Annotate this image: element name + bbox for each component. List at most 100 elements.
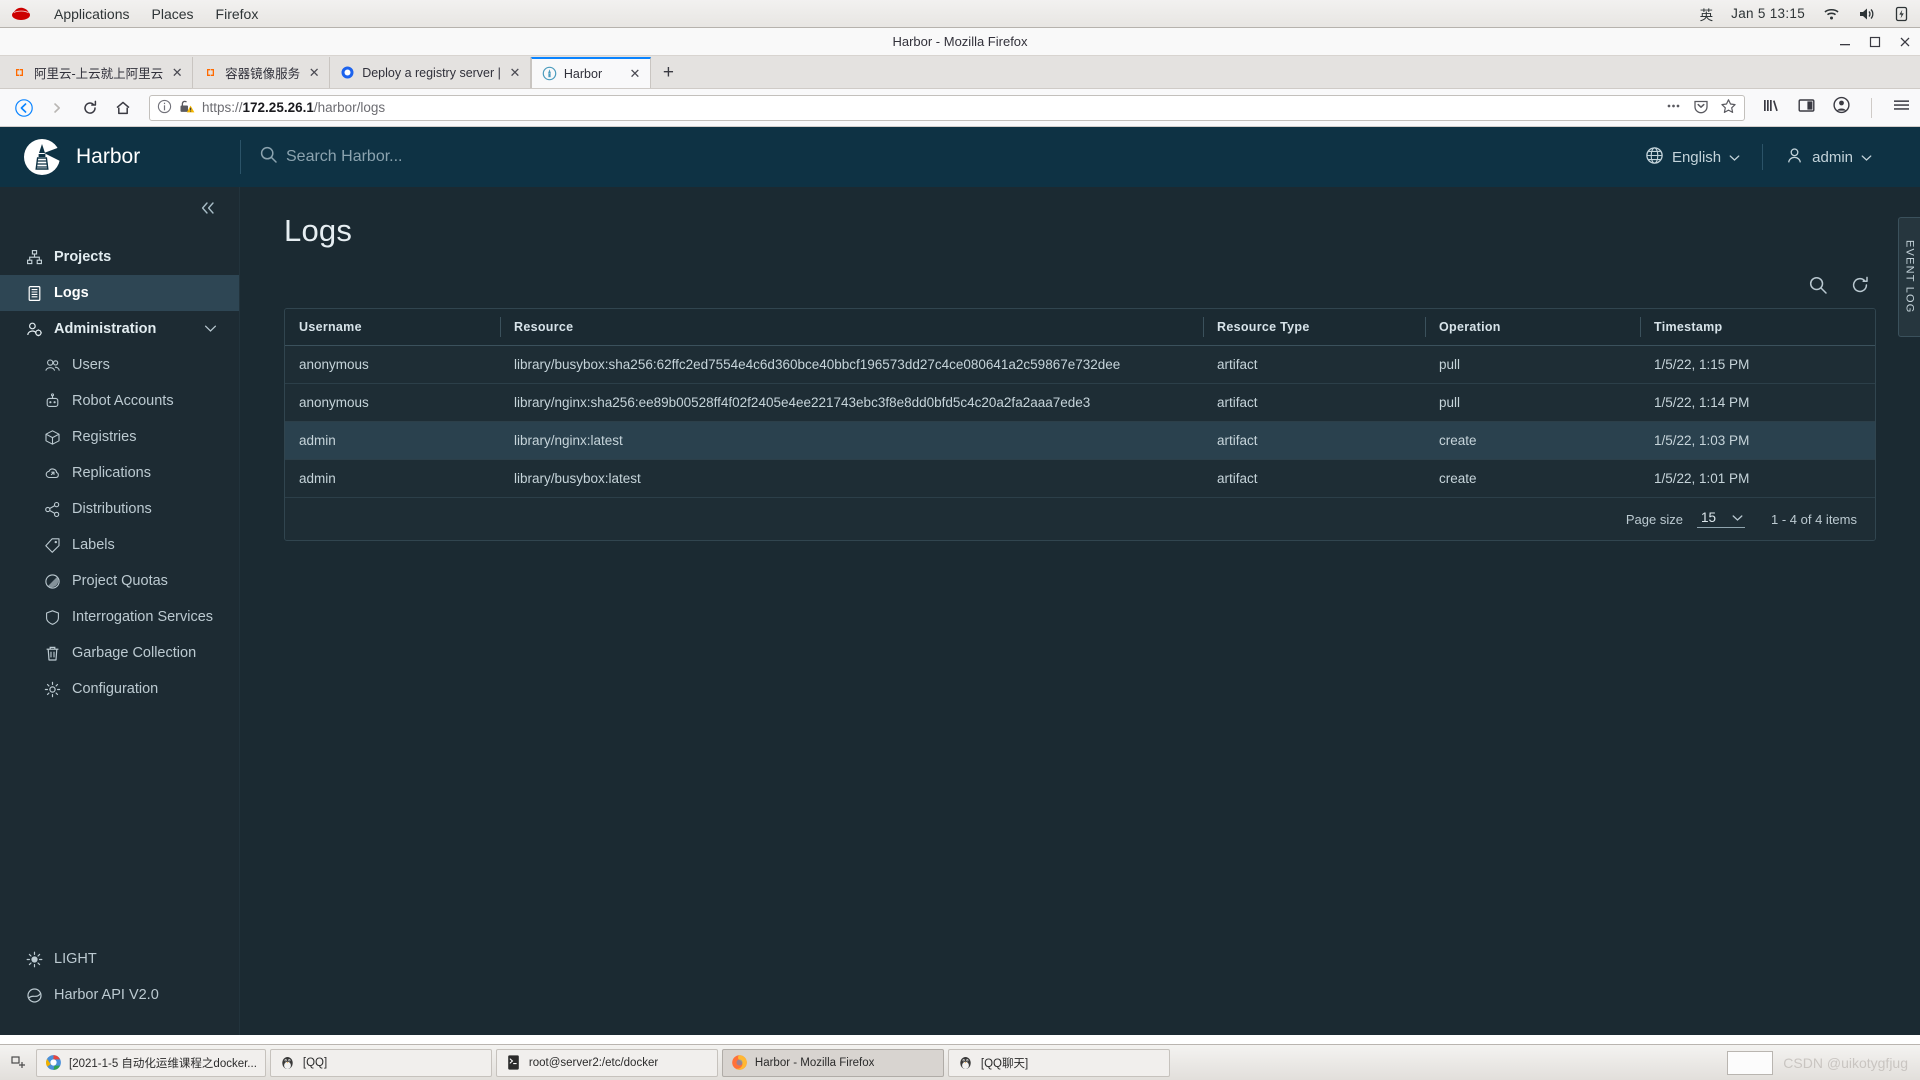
browser-tab-2[interactable]: Deploy a registry server | ✕	[330, 57, 531, 88]
sidebar-item-robot-accounts[interactable]: Robot Accounts	[0, 383, 239, 419]
taskbar-item-0[interactable]: [2021-1-5 自动化运维课程之docker...	[36, 1048, 266, 1077]
sidebar-item-theme-light[interactable]: LIGHT	[0, 941, 239, 977]
search-input[interactable]: Search Harbor...	[240, 140, 403, 174]
api-icon	[26, 987, 43, 1004]
gnome-status-area: 英 Jan 5 13:15	[1700, 4, 1910, 24]
firefox-titlebar: Harbor - Mozilla Firefox	[0, 28, 1920, 56]
browser-tab-0[interactable]: 阿里云-上云就上阿里云 ✕	[2, 57, 194, 88]
hamburger-menu-icon[interactable]	[1892, 97, 1911, 118]
user-menu[interactable]: admin	[1763, 140, 1894, 174]
browser-tab-1[interactable]: 容器镜像服务 ✕	[193, 57, 331, 88]
sidebar-item-configuration[interactable]: Configuration	[0, 671, 239, 707]
language-selector[interactable]: English	[1623, 140, 1762, 174]
browser-tab-label-0: 阿里云-上云就上阿里云	[34, 67, 164, 81]
menu-applications[interactable]: Applications	[54, 6, 130, 22]
sidebar-item-interrogation-services[interactable]: Interrogation Services	[0, 599, 239, 635]
robot-icon	[44, 392, 61, 410]
sidebar-item-label: Interrogation Services	[72, 609, 214, 625]
taskbar-tray-box[interactable]	[1727, 1050, 1774, 1075]
taskbar-item-1[interactable]: [QQ]	[269, 1048, 492, 1077]
refresh-icon[interactable]	[1850, 275, 1870, 300]
volume-icon[interactable]	[1858, 6, 1875, 22]
menu-places[interactable]: Places	[152, 6, 194, 22]
url-text[interactable]: https://172.25.26.1/harbor/logs	[202, 100, 1658, 115]
sidebar-item-project-quotas[interactable]: Project Quotas	[0, 563, 239, 599]
table-row[interactable]: anonymous library/nginx:sha256:ee89b0052…	[285, 383, 1875, 422]
sidebar: Projects Logs Administration Users Robot…	[0, 187, 240, 1035]
column-header-username[interactable]: Username	[285, 309, 500, 346]
reload-button[interactable]	[75, 94, 105, 122]
taskbar-item-label: [2021-1-5 自动化运维课程之docker...	[69, 1057, 257, 1070]
url-host: 172.25.26.1	[242, 100, 314, 115]
new-tab-button[interactable]: +	[651, 57, 686, 88]
battery-icon[interactable]	[1893, 6, 1910, 22]
wifi-icon[interactable]	[1823, 6, 1840, 22]
administration-icon	[26, 321, 43, 338]
menu-firefox[interactable]: Firefox	[216, 6, 259, 22]
taskbar-item-2[interactable]: root@server2:/etc/docker	[495, 1048, 718, 1077]
column-header-resource[interactable]: Resource	[500, 309, 1203, 346]
maximize-button[interactable]	[1868, 35, 1882, 49]
quota-pie-icon	[44, 573, 61, 590]
column-header-operation[interactable]: Operation	[1425, 309, 1640, 346]
page-size-label: Page size	[1625, 511, 1683, 527]
cell-operation: pull	[1425, 383, 1640, 422]
taskbar-item-3[interactable]: Harbor - Mozilla Firefox	[721, 1048, 944, 1077]
minimize-button[interactable]	[1838, 35, 1852, 49]
table-row[interactable]: admin library/nginx:latest artifact crea…	[285, 421, 1875, 460]
sidebar-item-users[interactable]: Users	[0, 347, 239, 383]
sidebar-item-logs[interactable]: Logs	[0, 275, 239, 311]
tab-close-icon-0[interactable]: ✕	[170, 66, 184, 79]
home-button[interactable]	[108, 94, 138, 122]
bookmark-star-icon[interactable]	[1720, 98, 1737, 117]
sidebar-icon[interactable]	[1797, 97, 1816, 119]
sidebar-item-distributions[interactable]: Distributions	[0, 491, 239, 527]
broken-lock-warning-icon[interactable]	[179, 99, 195, 117]
back-button[interactable]	[9, 94, 39, 122]
url-bar[interactable]: https://172.25.26.1/harbor/logs	[149, 94, 1745, 121]
forward-button[interactable]	[42, 94, 72, 122]
sidebar-collapse-button[interactable]	[0, 187, 239, 229]
taskbar: [2021-1-5 自动化运维课程之docker... [QQ] root@se…	[0, 1044, 1920, 1080]
table-row[interactable]: anonymous library/busybox:sha256:62ffc2e…	[285, 345, 1875, 384]
library-icon[interactable]	[1762, 97, 1781, 119]
tab-close-icon-2[interactable]: ✕	[508, 66, 522, 79]
cell-username: anonymous	[285, 383, 500, 422]
chevron-down-icon[interactable]	[204, 321, 239, 337]
taskbar-item-4[interactable]: [QQ聊天]	[947, 1048, 1170, 1077]
taskbar-item-label: [QQ]	[302, 1056, 328, 1069]
label-tag-icon	[44, 537, 61, 554]
search-icon[interactable]	[1808, 275, 1828, 300]
chevron-down-icon	[1732, 510, 1743, 525]
clock[interactable]: Jan 5 13:15	[1731, 6, 1805, 21]
page-info-icon[interactable]	[157, 99, 172, 117]
column-header-timestamp[interactable]: Timestamp	[1640, 309, 1875, 346]
table-row[interactable]: admin library/busybox:latest artifact cr…	[285, 459, 1875, 498]
sidebar-item-administration[interactable]: Administration	[0, 311, 239, 347]
column-header-resource-type[interactable]: Resource Type	[1203, 309, 1425, 346]
harbor-brand[interactable]: Harbor	[0, 137, 240, 177]
page-size-control: Page size 15	[1625, 510, 1746, 528]
sidebar-item-projects[interactable]: Projects	[0, 239, 239, 275]
sidebar-item-labels[interactable]: Labels	[0, 527, 239, 563]
pocket-icon[interactable]	[1693, 98, 1709, 117]
sidebar-item-harbor-api[interactable]: Harbor API V2.0	[0, 977, 239, 1013]
ellipsis-icon[interactable]	[1665, 99, 1682, 116]
url-page-actions	[1665, 98, 1737, 117]
cell-operation: create	[1425, 421, 1640, 460]
sidebar-item-garbage-collection[interactable]: Garbage Collection	[0, 635, 239, 671]
qq-penguin-icon	[279, 1054, 296, 1071]
tab-close-icon-3[interactable]: ✕	[628, 67, 642, 80]
sidebar-item-replications[interactable]: Replications	[0, 455, 239, 491]
show-desktop-icon[interactable]	[6, 1050, 32, 1076]
input-method-indicator[interactable]: 英	[1700, 4, 1714, 24]
tab-close-icon-1[interactable]: ✕	[307, 66, 321, 79]
browser-tab-3[interactable]: Harbor ✕	[530, 57, 651, 88]
event-log-tab[interactable]: EVENT LOG	[1898, 217, 1920, 337]
page-size-select[interactable]: 15	[1696, 510, 1746, 528]
firefox-toolbar-icons	[1756, 96, 1911, 119]
close-button[interactable]	[1898, 35, 1912, 49]
sidebar-item-registries[interactable]: Registries	[0, 419, 239, 455]
account-icon[interactable]	[1832, 96, 1851, 119]
cell-resource: library/nginx:sha256:ee89b00528ff4f02f24…	[500, 383, 1203, 422]
